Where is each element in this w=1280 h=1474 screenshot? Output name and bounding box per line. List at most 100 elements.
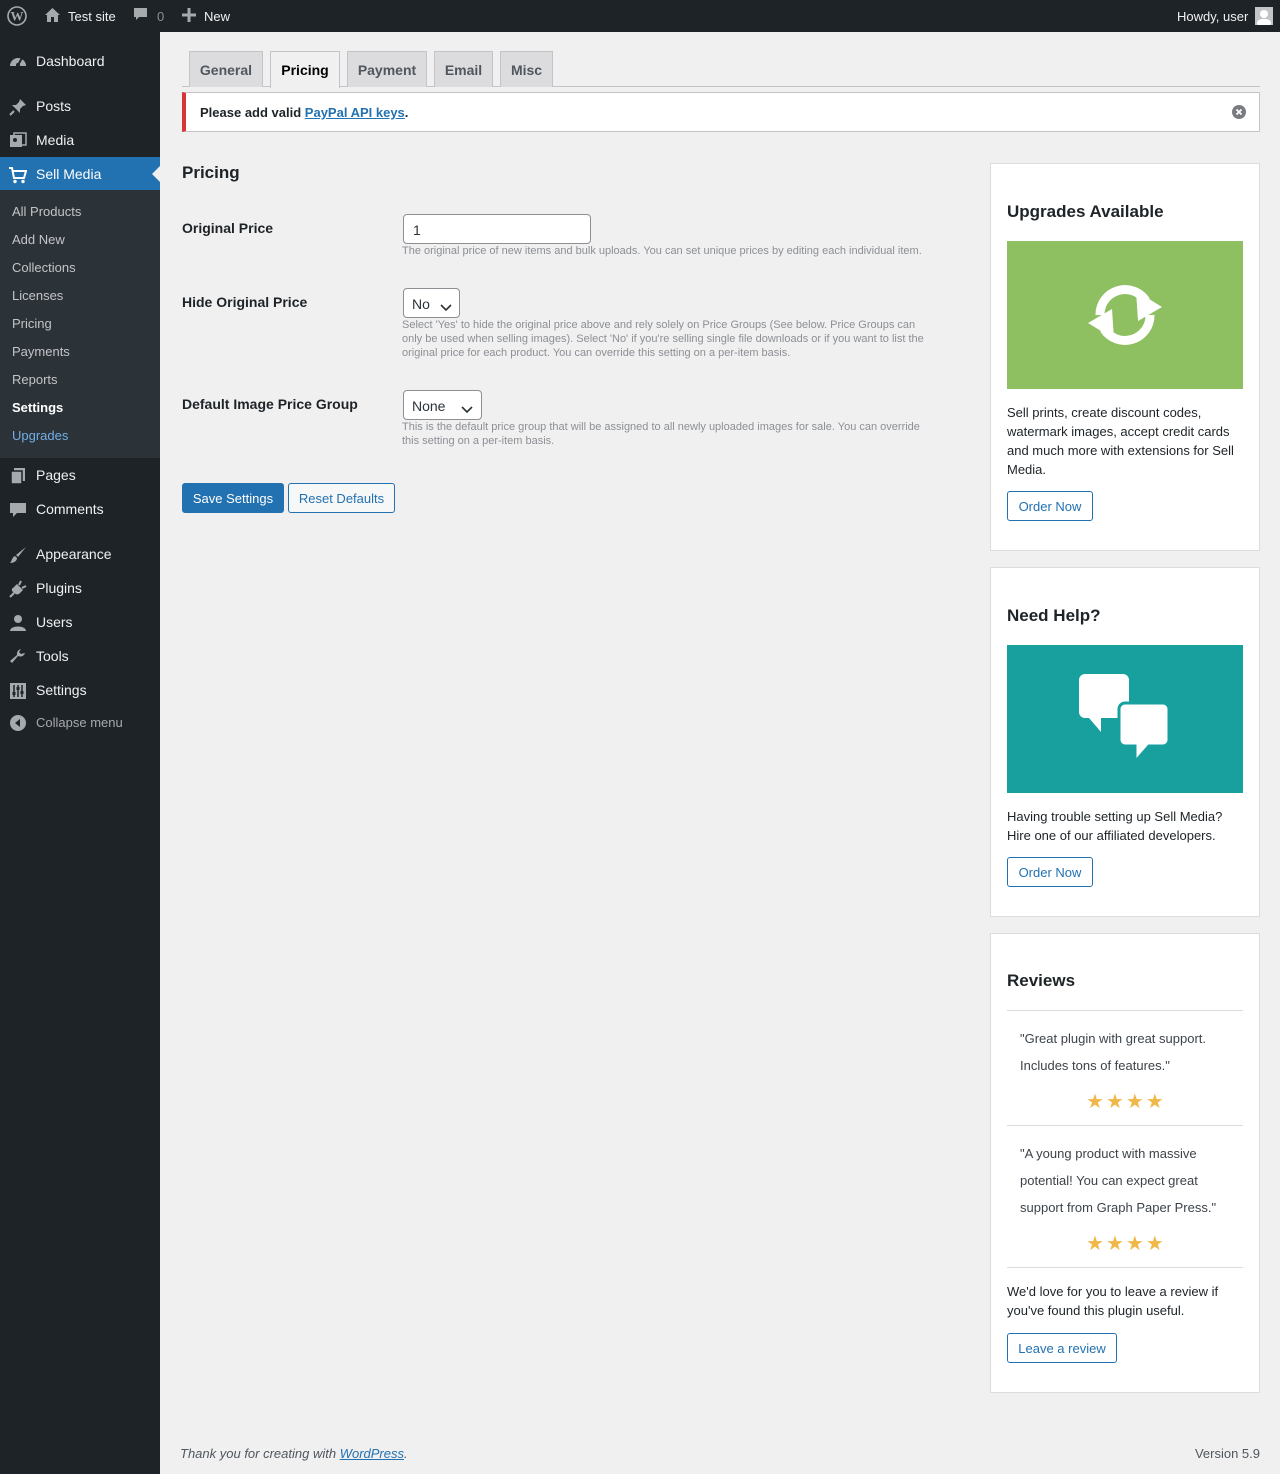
- menu-label: Pages: [36, 467, 76, 483]
- divider: [1007, 1125, 1243, 1126]
- star-icon: ★: [1145, 1233, 1164, 1255]
- menu-tools[interactable]: Tools: [0, 639, 160, 673]
- sell-media-submenu: All Products Add New Collections License…: [0, 190, 160, 458]
- submenu-payments[interactable]: Payments: [12, 344, 70, 359]
- dashboard-icon: [9, 53, 27, 71]
- tab-general[interactable]: General: [189, 51, 263, 87]
- dismiss-icon: [1232, 105, 1246, 123]
- menu-media[interactable]: Media: [0, 123, 160, 157]
- menu-label: Posts: [36, 98, 72, 114]
- account-menu[interactable]: Howdy, user: [1177, 0, 1274, 32]
- comment-bubble-icon: [133, 7, 148, 25]
- new-label: New: [204, 8, 231, 24]
- submenu-pricing[interactable]: Pricing: [12, 316, 52, 331]
- hide-original-price-value: No: [412, 296, 430, 312]
- leave-review-button[interactable]: Leave a review: [1007, 1333, 1117, 1363]
- star-icon: ★: [1086, 1233, 1104, 1255]
- site-name-link[interactable]: Test site: [44, 0, 116, 32]
- submenu-collections[interactable]: Collections: [12, 260, 76, 275]
- collapse-label: Collapse menu: [36, 714, 123, 730]
- upgrades-banner: [1007, 241, 1243, 389]
- wordpress-link[interactable]: WordPress: [340, 1446, 404, 1461]
- plug-icon: [9, 580, 27, 598]
- comments-link[interactable]: 0: [133, 0, 164, 32]
- star-icon: ★: [1125, 1091, 1144, 1113]
- review-quote: "Great plugin with great support. Includ…: [1020, 1031, 1206, 1073]
- original-price-description: The original price of new items and bulk…: [402, 245, 922, 257]
- tab-misc[interactable]: Misc: [500, 51, 553, 87]
- new-content-link[interactable]: New: [182, 0, 230, 32]
- help-title: Need Help?: [1007, 606, 1101, 625]
- menu-settings[interactable]: Settings: [0, 673, 160, 707]
- hide-original-price-select[interactable]: No: [403, 288, 460, 318]
- default-price-group-select[interactable]: None: [403, 390, 482, 420]
- media-icon: [9, 132, 27, 150]
- paypal-api-keys-link[interactable]: PayPal API keys: [305, 105, 405, 120]
- star-icon: ★: [1125, 1233, 1144, 1255]
- menu-sell-media[interactable]: Sell Media: [0, 157, 160, 191]
- help-order-now-button[interactable]: Order Now: [1007, 857, 1093, 887]
- review-stars: ★ ★ ★ ★: [1086, 1234, 1164, 1254]
- menu-label: Dashboard: [36, 53, 105, 69]
- footer-thanks-prefix: Thank you for creating with: [180, 1446, 337, 1461]
- star-icon: ★: [1105, 1091, 1124, 1113]
- menu-users[interactable]: Users: [0, 605, 160, 639]
- menu-appearance[interactable]: Appearance: [0, 537, 160, 571]
- upgrades-order-now-button[interactable]: Order Now: [1007, 491, 1093, 521]
- menu-label: Plugins: [36, 580, 82, 596]
- chevron-down-icon: [440, 299, 452, 315]
- menu-label: Comments: [36, 501, 104, 517]
- review-quote: "A young product with massive potential!…: [1020, 1146, 1217, 1215]
- footer-version: Version 5.9: [1194, 1446, 1260, 1461]
- reviews-box: Reviews "Great plugin with great support…: [990, 933, 1260, 1393]
- hide-original-price-label: Hide Original Price: [182, 294, 308, 310]
- submenu-settings[interactable]: Settings: [12, 400, 63, 415]
- tab-email[interactable]: Email: [434, 51, 493, 87]
- review-cta-text: We'd love for you to leave a review if y…: [1007, 1284, 1219, 1318]
- dismiss-notice-button[interactable]: [1232, 105, 1246, 119]
- original-price-input[interactable]: 1: [403, 214, 591, 244]
- greeting: Howdy, user: [1177, 8, 1249, 24]
- pin-icon: [9, 98, 27, 116]
- menu-posts[interactable]: Posts: [0, 89, 160, 123]
- tab-bar-line: [182, 86, 1260, 87]
- original-price-label: Original Price: [182, 220, 274, 236]
- tab-pricing[interactable]: Pricing: [270, 51, 340, 88]
- menu-plugins[interactable]: Plugins: [0, 571, 160, 605]
- sliders-icon: [9, 682, 27, 700]
- star-icon: ★: [1145, 1091, 1164, 1113]
- upgrades-text: Sell prints, create discount codes, wate…: [1007, 405, 1234, 477]
- user-icon: [9, 614, 27, 632]
- original-price-value: 1: [413, 222, 421, 238]
- menu-label: Settings: [36, 682, 87, 698]
- submenu-reports[interactable]: Reports: [12, 372, 58, 387]
- tab-payment[interactable]: Payment: [347, 51, 427, 87]
- admin-bar: W Test site 0 New Howdy, user: [0, 0, 1280, 32]
- menu-dashboard[interactable]: Dashboard: [0, 44, 160, 78]
- wordpress-logo-icon[interactable]: W: [7, 0, 27, 32]
- star-icon: ★: [1105, 1233, 1124, 1255]
- section-title: Pricing: [182, 163, 240, 182]
- menu-label: Users: [36, 614, 73, 630]
- submenu-licenses[interactable]: Licenses: [12, 288, 63, 303]
- reset-defaults-button[interactable]: Reset Defaults: [288, 483, 395, 513]
- save-settings-button[interactable]: Save Settings: [182, 483, 284, 513]
- menu-label: Appearance: [36, 546, 112, 562]
- divider: [1007, 1267, 1243, 1268]
- submenu-add-new[interactable]: Add New: [12, 232, 65, 247]
- upgrades-title: Upgrades Available: [1007, 202, 1164, 221]
- home-icon: [44, 7, 61, 26]
- menu-comments[interactable]: Comments: [0, 492, 160, 526]
- submenu-upgrades[interactable]: Upgrades: [12, 428, 68, 443]
- star-icon: ★: [1086, 1091, 1104, 1113]
- submenu-all-products[interactable]: All Products: [12, 204, 81, 219]
- chat-bubbles-icon: [1079, 674, 1171, 771]
- default-price-group-description: This is the default price group that wil…: [402, 421, 920, 447]
- help-box: Need Help? Having trouble setting up Sel…: [990, 567, 1260, 917]
- avatar: [1255, 7, 1274, 25]
- site-name: Test site: [68, 8, 116, 24]
- notice-suffix: .: [404, 105, 409, 120]
- menu-pages[interactable]: Pages: [0, 458, 160, 492]
- collapse-menu[interactable]: Collapse menu: [0, 705, 160, 739]
- hide-original-price-description: Select 'Yes' to hide the original price …: [402, 319, 924, 359]
